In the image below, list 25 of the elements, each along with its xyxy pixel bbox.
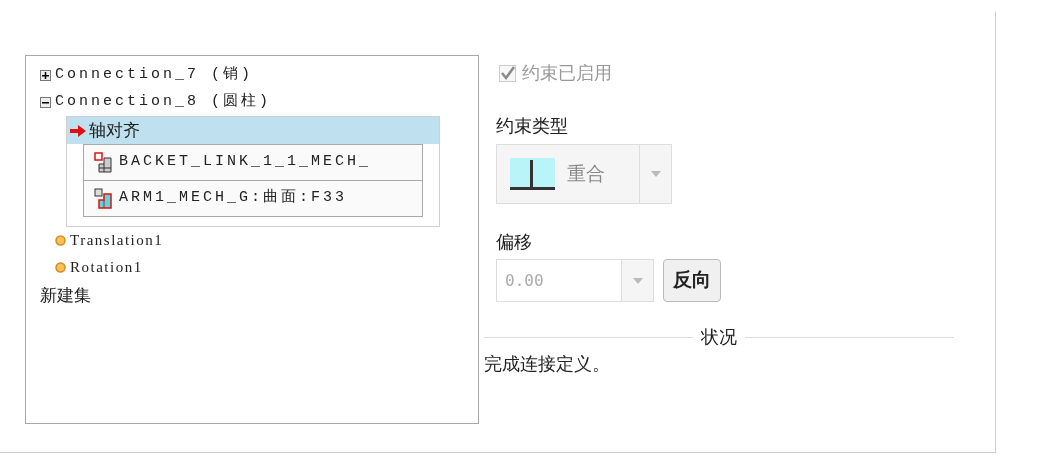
surface-icon [94,188,113,209]
field-label: 偏移 [496,231,532,254]
section-legend: 状况 [701,324,737,351]
field-label: 约束类型 [496,115,568,138]
checkbox-label: 约束已启用 [522,61,612,85]
collapse-icon[interactable] [40,97,51,108]
expand-icon[interactable] [40,70,51,81]
coincident-icon [510,158,555,190]
tree-item[interactable]: Connection_7 (销) [55,64,254,87]
selected-tree-item[interactable]: 轴对齐 [67,117,439,144]
tree-item[interactable]: Connection_8 (圆柱) [55,91,272,114]
type-dropdown: 重合 [496,144,672,204]
arrow-icon [69,123,87,138]
reference-entry[interactable]: ARM1_MECH_G:曲面:F33 [83,180,423,217]
circle-icon [55,262,66,273]
dropdown-arrow-icon [650,171,661,177]
dropdown-arrow-icon [632,277,643,284]
part-icon [94,152,113,173]
status-message: 完成连接定义。 [484,353,610,376]
offset-combobox: 0.00 [496,259,654,302]
tree-item[interactable]: Rotation1 [70,256,143,279]
circle-icon [55,235,66,246]
reference-entry[interactable]: BACKET_LINK_1_1_MECH_ [83,144,423,181]
tree-item[interactable]: Translation1 [70,229,164,252]
new-set-link[interactable]: 新建集 [40,283,91,309]
